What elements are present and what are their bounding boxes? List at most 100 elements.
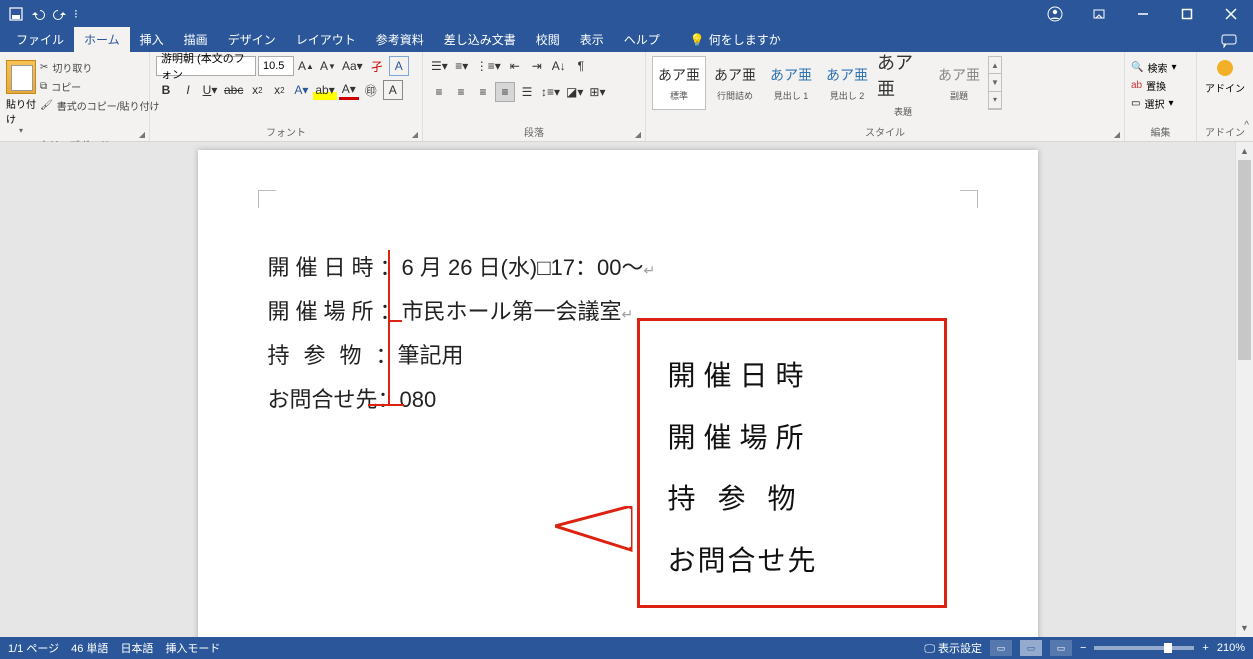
tab-mailings[interactable]: 差し込み文書 (434, 27, 526, 52)
zoom-in-button[interactable]: + (1202, 642, 1208, 654)
paragraph-dialog-launcher[interactable]: ◢ (633, 129, 643, 139)
zoom-slider[interactable] (1094, 646, 1194, 650)
styles-dialog-launcher[interactable]: ◢ (1112, 129, 1122, 139)
ribbon-tabs: ファイル ホーム 挿入 描画 デザイン レイアウト 参考資料 差し込み文書 校閲… (0, 28, 1253, 52)
tab-file[interactable]: ファイル (6, 27, 74, 52)
addin-button[interactable]: アドイン (1203, 60, 1247, 95)
web-layout-button[interactable]: ▭ (1050, 640, 1072, 656)
tab-view[interactable]: 表示 (570, 27, 614, 52)
tab-home[interactable]: ホーム (74, 27, 130, 52)
scroll-thumb[interactable] (1238, 160, 1251, 360)
align-center-button[interactable]: ≡ (451, 82, 471, 102)
font-size-combo[interactable]: 10.5 (258, 56, 294, 76)
bold-button[interactable]: B (156, 80, 176, 100)
styles-gallery-scroll[interactable]: ▲▼▾ (988, 56, 1002, 110)
ribbon-options-icon[interactable] (1077, 0, 1121, 28)
style-subtitle[interactable]: あア亜副題 (932, 56, 986, 110)
numbering-button[interactable]: ≡▾ (452, 56, 472, 76)
justify-button[interactable]: ≡ (495, 82, 515, 102)
grow-font-button[interactable]: A▲ (296, 56, 316, 76)
cut-label: 切り取り (52, 60, 92, 75)
close-button[interactable] (1209, 0, 1253, 28)
zoom-thumb[interactable] (1164, 643, 1172, 653)
tab-draw[interactable]: 描画 (174, 27, 218, 52)
phonetic-guide-button[interactable]: 孑 (367, 56, 387, 76)
char-border-button[interactable]: A (383, 80, 403, 100)
tab-insert[interactable]: 挿入 (130, 27, 174, 52)
zoom-level[interactable]: 210% (1217, 642, 1245, 654)
document-body[interactable]: 開催日時：6 月 26 日(水)□17：00～↵ 開催場所：市民ホール第一会議室… (268, 246, 656, 422)
text-effects-button[interactable]: A▾ (291, 80, 311, 100)
shrink-font-button[interactable]: A▼ (318, 56, 338, 76)
style-heading2[interactable]: あア亜見出し 2 (820, 56, 874, 110)
tell-me-search[interactable]: 💡 何をしますか (680, 27, 791, 52)
italic-button[interactable]: I (178, 80, 198, 100)
print-layout-button[interactable]: ▭ (1020, 640, 1042, 656)
status-page[interactable]: 1/1 ページ (8, 640, 59, 656)
collapse-ribbon-button[interactable]: ^ (1244, 120, 1249, 131)
style-heading1[interactable]: あア亜見出し 1 (764, 56, 818, 110)
maximize-button[interactable] (1165, 0, 1209, 28)
style-normal[interactable]: あア亜標準 (652, 56, 706, 110)
style-preview: あア亜 (938, 65, 980, 85)
align-left-button[interactable]: ≡ (429, 82, 449, 102)
shading-button[interactable]: ◪▾ (564, 82, 585, 102)
show-marks-button[interactable]: ¶ (571, 56, 591, 76)
find-button[interactable]: 🔍検索▾ (1131, 60, 1190, 75)
scroll-down-icon[interactable]: ▼ (1236, 619, 1253, 637)
focus-mode-button[interactable]: 🖵 表示設定 (924, 640, 982, 656)
status-mode[interactable]: 挿入モード (165, 640, 220, 656)
bullets-button[interactable]: ☰▾ (429, 56, 450, 76)
select-button[interactable]: ▭選択▾ (1131, 96, 1190, 111)
tab-references[interactable]: 参考資料 (366, 27, 434, 52)
format-painter-button[interactable]: 🖌書式のコピー/貼り付け (40, 98, 159, 113)
tab-review[interactable]: 校閲 (526, 27, 570, 52)
line-spacing-button[interactable]: ↕≡▾ (539, 82, 562, 102)
font-name-combo[interactable]: 游明朝 (本文のフォン (156, 56, 256, 76)
title-bar: ⁝ (0, 0, 1253, 28)
subscript-button[interactable]: x2 (247, 80, 267, 100)
style-title[interactable]: あア亜表題 (876, 56, 930, 110)
tab-help[interactable]: ヘルプ (614, 27, 670, 52)
clear-format-button[interactable]: A (389, 56, 409, 76)
cut-button[interactable]: ✂切り取り (40, 60, 159, 75)
font-color-button[interactable]: A▾ (339, 80, 359, 100)
read-mode-button[interactable]: ▭ (990, 640, 1012, 656)
paste-button[interactable]: 貼り付け ▾ (6, 56, 36, 135)
underline-button[interactable]: U▾ (200, 80, 220, 100)
sort-button[interactable]: A↓ (549, 56, 569, 76)
highlight-button[interactable]: ab▾ (313, 80, 336, 100)
minimize-button[interactable] (1121, 0, 1165, 28)
font-dialog-launcher[interactable]: ◢ (410, 129, 420, 139)
comments-icon[interactable] (1217, 30, 1241, 52)
replace-button[interactable]: ab置換 (1131, 78, 1190, 93)
search-icon: 🔍 (1131, 62, 1143, 73)
status-language[interactable]: 日本語 (120, 640, 153, 656)
decrease-indent-button[interactable]: ⇤ (505, 56, 525, 76)
tab-layout[interactable]: レイアウト (286, 27, 366, 52)
redo-icon[interactable] (52, 6, 68, 22)
distribute-button[interactable]: ☰ (517, 82, 537, 102)
copy-button[interactable]: ⧉コピー (40, 79, 159, 94)
clipboard-dialog-launcher[interactable]: ◢ (137, 129, 147, 139)
borders-button[interactable]: ⊞▾ (587, 82, 607, 102)
superscript-button[interactable]: x2 (269, 80, 289, 100)
undo-icon[interactable] (30, 6, 46, 22)
scroll-up-icon[interactable]: ▲ (1236, 142, 1253, 160)
callout-line: 開催日時 (668, 345, 916, 407)
change-case-button[interactable]: Aa▾ (340, 56, 365, 76)
align-right-button[interactable]: ≡ (473, 82, 493, 102)
zoom-out-button[interactable]: − (1080, 642, 1086, 654)
strike-button[interactable]: abc (222, 80, 245, 100)
enclose-char-button[interactable]: ㊞ (361, 80, 381, 100)
increase-indent-button[interactable]: ⇥ (527, 56, 547, 76)
style-no-spacing[interactable]: あア亜行間詰め (708, 56, 762, 110)
tab-design[interactable]: デザイン (218, 27, 286, 52)
status-words[interactable]: 46 単語 (71, 640, 108, 656)
save-icon[interactable] (8, 6, 24, 22)
multilevel-button[interactable]: ⋮≡▾ (474, 56, 503, 76)
scroll-track[interactable] (1236, 160, 1253, 619)
account-icon[interactable] (1033, 0, 1077, 28)
vertical-scrollbar[interactable]: ▲ ▼ (1235, 142, 1253, 637)
document-canvas[interactable]: 開催日時：6 月 26 日(水)□17：00～↵ 開催場所：市民ホール第一会議室… (0, 142, 1235, 637)
